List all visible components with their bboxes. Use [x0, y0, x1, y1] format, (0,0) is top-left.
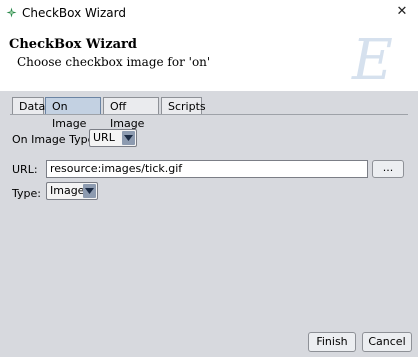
window-title: CheckBox Wizard [22, 6, 126, 20]
select-value: URL [93, 131, 115, 144]
header-title: CheckBox Wizard [9, 37, 137, 52]
tab-divider [10, 114, 408, 115]
cancel-button[interactable]: Cancel [362, 332, 412, 352]
script-e-watermark-icon: E [351, 28, 393, 91]
tab-scripts[interactable]: Scripts [161, 97, 206, 114]
on-image-type-label: On Image Type: [12, 133, 99, 146]
on-image-type-select[interactable]: URL [89, 129, 137, 147]
url-input-value: resource:images/tick.gif [50, 162, 183, 175]
chevron-down-icon [85, 188, 94, 194]
tab-label: Off Image [110, 100, 145, 130]
url-input[interactable]: resource:images/tick.gif [46, 160, 368, 178]
select-value: Image [50, 184, 85, 197]
url-label: URL: [12, 163, 38, 176]
type-select[interactable]: Image [46, 182, 98, 200]
browse-button[interactable]: ... [372, 160, 404, 178]
header-subtitle: Choose checkbox image for 'on' [17, 55, 211, 69]
chevron-down-icon [124, 135, 133, 141]
title-bar: CheckBox Wizard ✕ [0, 0, 418, 25]
finish-button-label: Finish [316, 335, 348, 348]
tab-data[interactable]: Data [12, 97, 46, 114]
tab-off-image[interactable]: Off Image [103, 97, 159, 130]
watermark-letter: E [351, 28, 393, 91]
browse-button-label: ... [382, 161, 394, 174]
tab-label: Data [19, 100, 46, 113]
cancel-button-label: Cancel [368, 335, 406, 348]
close-icon: ✕ [396, 4, 408, 19]
wizard-app-icon [6, 7, 17, 18]
finish-button[interactable]: Finish [308, 332, 356, 352]
tab-on-image[interactable]: On Image [45, 97, 101, 130]
wizard-content: Data On Image Off Image Scripts On Image… [0, 91, 418, 357]
close-button[interactable]: ✕ [392, 2, 412, 22]
tab-label: On Image [52, 100, 87, 130]
type-label: Type: [12, 187, 41, 200]
tab-label: Scripts [168, 100, 206, 113]
wizard-header: CheckBox Wizard Choose checkbox image fo… [0, 25, 418, 91]
